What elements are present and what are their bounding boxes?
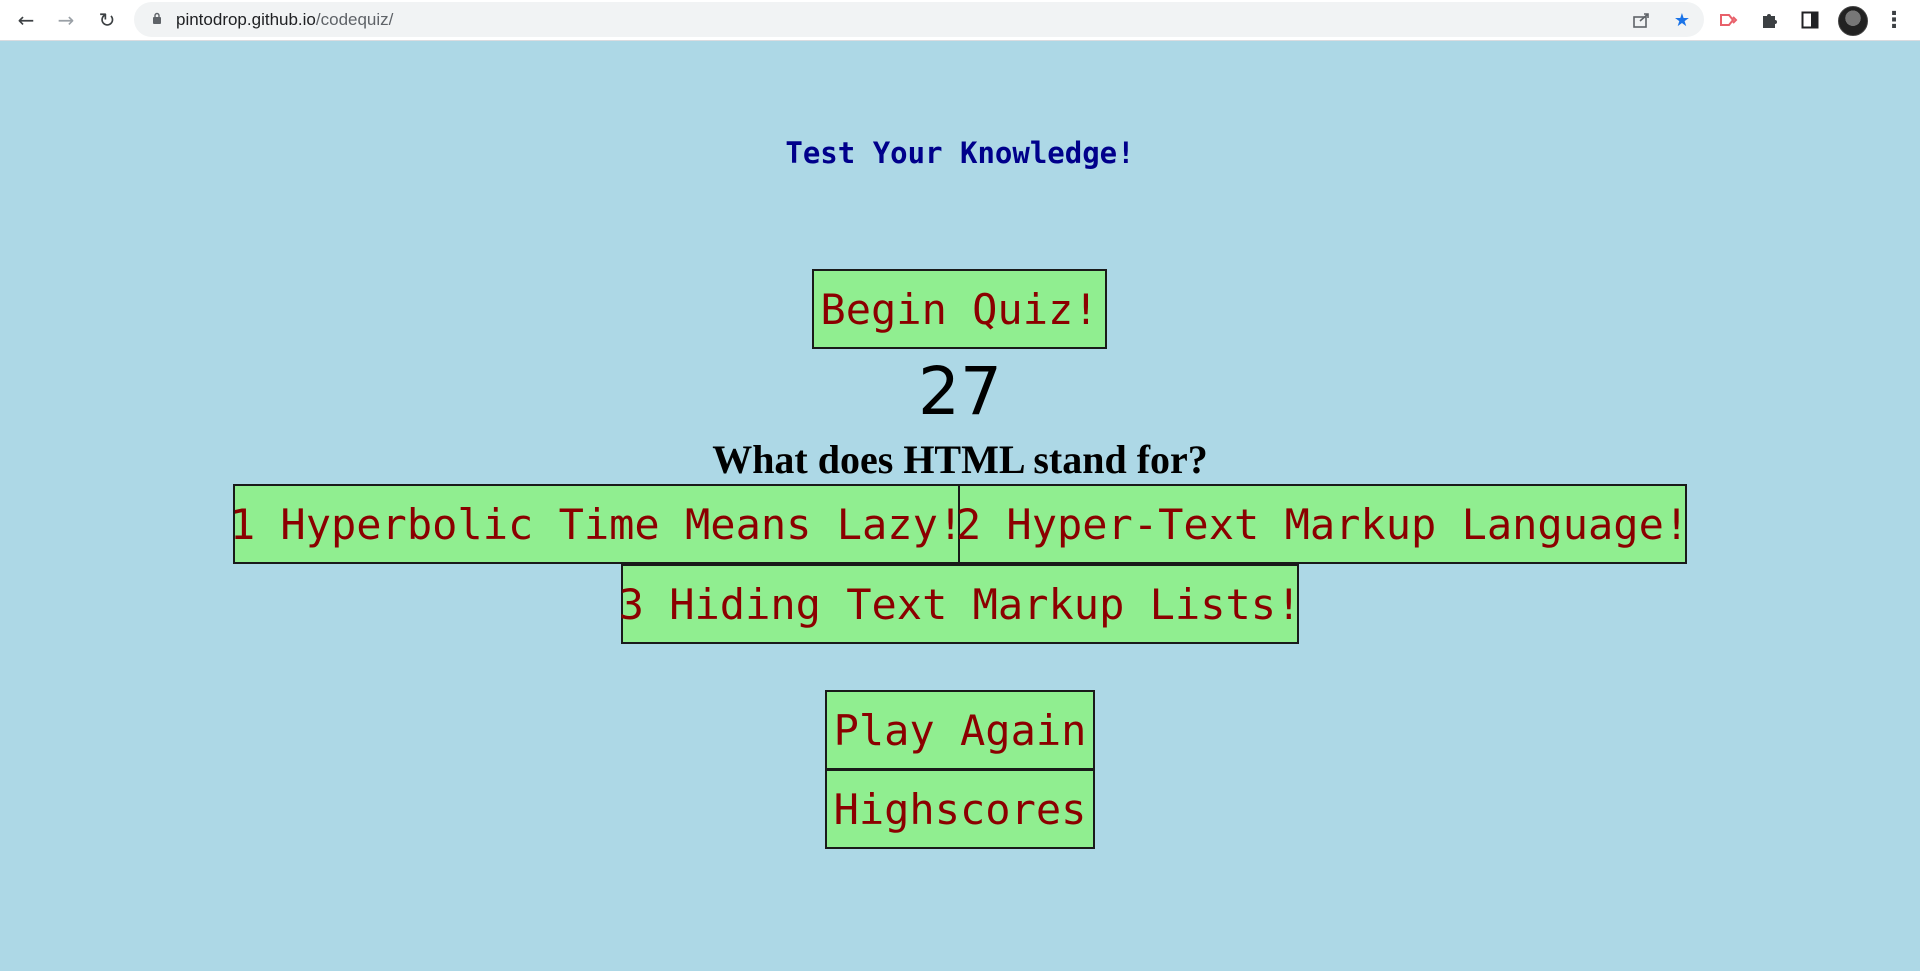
question-text: What does HTML stand for?	[712, 437, 1208, 482]
url-text[interactable]: pintodrop.github.io/codequiz/	[176, 10, 393, 30]
page-title: Test Your Knowledge!	[785, 136, 1135, 170]
kebab-menu-icon[interactable]: ⋮	[1880, 6, 1908, 34]
url-path: /codequiz/	[315, 10, 394, 29]
highscores-button[interactable]: Highscores	[825, 769, 1095, 849]
url-host: pintodrop.github.io	[176, 10, 316, 29]
browser-toolbar: ← → ↻ pintodrop.github.io/codequiz/ ★ ⋮	[0, 0, 1920, 41]
answer-button-1[interactable]: 1 Hyperbolic Time Means Lazy!	[230, 484, 963, 564]
address-bar[interactable]: pintodrop.github.io/codequiz/ ★	[134, 2, 1704, 37]
star-icon[interactable]: ★	[1670, 8, 1694, 32]
reload-icon[interactable]: ↻	[91, 4, 123, 36]
puzzle-icon[interactable]	[1756, 6, 1784, 34]
answer-button-2[interactable]: 2 Hyper-Text Markup Language!	[956, 484, 1689, 564]
lock-icon[interactable]	[152, 12, 162, 24]
share-icon[interactable]	[1630, 8, 1654, 32]
back-arrow-icon[interactable]: ←	[10, 4, 42, 36]
play-again-button[interactable]: Play Again	[825, 690, 1095, 770]
timer-countdown: 27	[918, 353, 1002, 430]
begin-quiz-button[interactable]: Begin Quiz!	[812, 269, 1107, 349]
extension-icon[interactable]	[1716, 6, 1744, 34]
answer-button-3[interactable]: 3 Hiding Text Markup Lists!	[619, 564, 1301, 644]
profile-avatar[interactable]	[1838, 6, 1868, 36]
side-panel-icon[interactable]	[1796, 6, 1824, 34]
forward-arrow-icon[interactable]: →	[50, 4, 82, 36]
